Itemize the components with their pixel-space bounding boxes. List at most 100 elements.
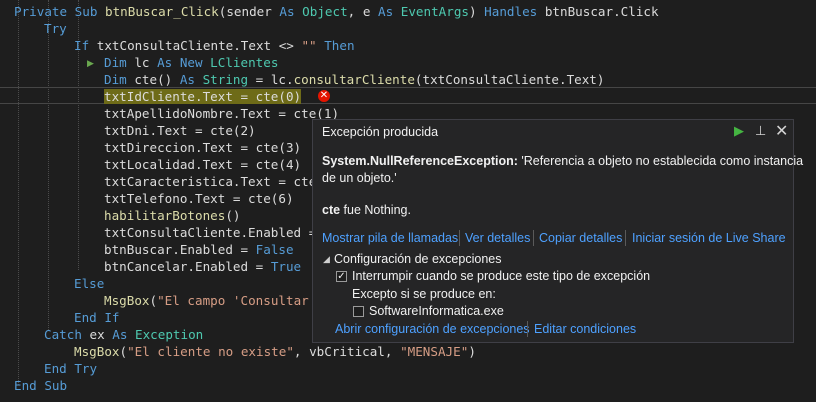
code-token: ) [468, 344, 476, 359]
code-line[interactable]: btnCancelar.Enabled = True [104, 258, 301, 275]
exception-message-line1: 'Referencia a objeto no establecida como… [517, 154, 804, 168]
separator [625, 230, 626, 246]
code-token: btnBuscar.Enabled = [104, 242, 256, 257]
code-token: ) [469, 4, 485, 19]
code-line[interactable]: End Sub [14, 377, 67, 394]
edit-conditions-link[interactable]: Editar condiciones [534, 322, 636, 336]
code-token: Private Sub [14, 4, 105, 19]
code-token: "MENSAJE" [400, 344, 469, 359]
code-token: lc [134, 55, 158, 70]
code-line[interactable]: Dim cte() As String = lc.consultarClient… [104, 71, 604, 88]
code-token: Dim [104, 72, 135, 87]
code-line[interactable]: Private Sub btnBuscar_Click(sender As Ob… [14, 3, 659, 20]
code-line[interactable]: txtLocalidad.Text = cte(4) [104, 156, 301, 173]
separator [459, 230, 460, 246]
code-token: cte() [134, 72, 180, 87]
code-editor[interactable]: ▶ Private Sub btnBuscar_Click(sender As … [0, 0, 816, 402]
code-token: If [74, 38, 97, 53]
code-token: As New [157, 55, 211, 70]
code-token: Catch [44, 327, 90, 342]
view-details-link[interactable]: Ver detalles [465, 231, 530, 245]
code-token: As [378, 4, 401, 19]
code-token: True [270, 259, 302, 274]
exception-message-line2: de un objeto.' [322, 171, 397, 185]
triangle-down-icon[interactable]: ◢ [323, 254, 330, 265]
code-token: String [202, 72, 249, 87]
code-token: ex [89, 327, 113, 342]
close-icon[interactable]: ✕ [775, 121, 788, 140]
code-token: Try [44, 21, 67, 36]
pin-icon[interactable]: ⊥ [755, 124, 766, 139]
exception-settings-title: Configuración de excepciones [334, 252, 502, 266]
show-call-stack-link[interactable]: Mostrar pila de llamadas [322, 231, 458, 245]
error-icon[interactable]: ✕ [318, 90, 330, 102]
code-line[interactable]: habilitarBotones() [104, 207, 241, 224]
code-token: Then [316, 38, 355, 53]
code-token: Object [302, 4, 348, 19]
code-token: False [255, 242, 294, 257]
code-token: "" [301, 38, 317, 53]
code-token: txtIdCliente.Text = cte(0) [104, 89, 302, 104]
code-line[interactable]: btnBuscar.Enabled = False [104, 241, 294, 258]
highlighted-statement: txtIdCliente.Text = cte(0) [104, 89, 302, 104]
code-token: = lc. [248, 72, 294, 87]
code-token: End If [74, 310, 120, 325]
indent-guide [18, 0, 19, 385]
code-line[interactable]: If txtConsultaCliente.Text <> "" Then [74, 37, 355, 54]
code-line[interactable]: txtApellidoNombre.Text = cte(1) [104, 105, 339, 122]
code-token: btnCancelar.Enabled = [104, 259, 271, 274]
code-line[interactable]: Try [44, 20, 67, 37]
module-label: SoftwareInformatica.exe [369, 304, 504, 318]
play-icon[interactable]: ▶ [734, 124, 744, 139]
indent-guide [48, 0, 49, 330]
code-token: As [179, 72, 203, 87]
code-token: LClientes [210, 55, 279, 70]
code-token: consultarCliente [293, 72, 415, 87]
module-checkbox[interactable] [353, 306, 364, 317]
code-token: End Try [44, 361, 98, 376]
code-line[interactable]: Catch ex As Exception [44, 326, 203, 343]
exception-message: System.NullReferenceException: 'Referenc… [322, 154, 803, 168]
code-token: "El cliente no existe" [127, 344, 294, 359]
code-token: Handles [484, 4, 545, 19]
code-token: txtConsultaCliente.Enabled = [104, 225, 324, 240]
except-label: Excepto si se produce en: [352, 287, 496, 301]
code-token: As [279, 4, 303, 19]
code-token: txtApellidoNombre.Text = cte(1) [104, 106, 340, 121]
arrow-right-icon[interactable]: ▶ [87, 58, 94, 70]
code-token: (sender [218, 4, 280, 19]
open-exception-settings-link[interactable]: Abrir configuración de excepciones [335, 322, 530, 336]
code-token: Dim [104, 55, 135, 70]
code-token: btnBuscar.Click [544, 4, 659, 19]
code-token: txtCaracteristica.Text = cte(5) [104, 174, 340, 189]
code-line[interactable]: MsgBox("El cliente no existe", vbCritica… [74, 343, 476, 360]
exception-type: System.NullReferenceException: [322, 154, 518, 168]
code-token: ( [119, 344, 128, 359]
code-line[interactable]: txtDni.Text = cte(2) [104, 122, 256, 139]
code-token: txtLocalidad.Text = cte(4) [104, 157, 302, 172]
nothing-info: cte fue Nothing. [322, 203, 411, 217]
separator [527, 321, 528, 337]
code-line[interactable]: Else [74, 275, 104, 292]
code-token: btnBuscar_Click [105, 4, 219, 19]
code-line[interactable]: txtCaracteristica.Text = cte(5) [104, 173, 339, 190]
code-token: End Sub [14, 378, 68, 393]
code-line[interactable]: Dim lc As New LClientes [104, 54, 278, 71]
code-line[interactable]: txtIdCliente.Text = cte(0) [104, 88, 302, 105]
break-on-exception-checkbox[interactable]: ✓ [336, 271, 347, 282]
nothing-text: fue Nothing. [340, 203, 411, 217]
code-token: () [225, 208, 241, 223]
code-line[interactable]: txtTelefono.Text = cte(6) [104, 190, 294, 207]
code-line[interactable]: txtDireccion.Text = cte(3) [104, 139, 301, 156]
copy-details-link[interactable]: Copiar detalles [539, 231, 622, 245]
code-line[interactable]: End Try [44, 360, 97, 377]
code-token: txtTelefono.Text = cte(6) [104, 191, 294, 206]
code-token: Else [74, 276, 105, 291]
break-on-exception-label: Interrumpir cuando se produce este tipo … [352, 269, 651, 283]
live-share-link[interactable]: Iniciar sesión de Live Share [632, 231, 786, 245]
exception-popup[interactable]: Excepción producida ▶ ⊥ ✕ System.NullRef… [312, 119, 803, 343]
code-line[interactable]: End If [74, 309, 120, 326]
code-token: MsgBox [104, 293, 150, 308]
code-token: txtDni.Text = cte(2) [104, 123, 256, 138]
code-token: txtConsultaCliente.Text <> [96, 38, 302, 53]
